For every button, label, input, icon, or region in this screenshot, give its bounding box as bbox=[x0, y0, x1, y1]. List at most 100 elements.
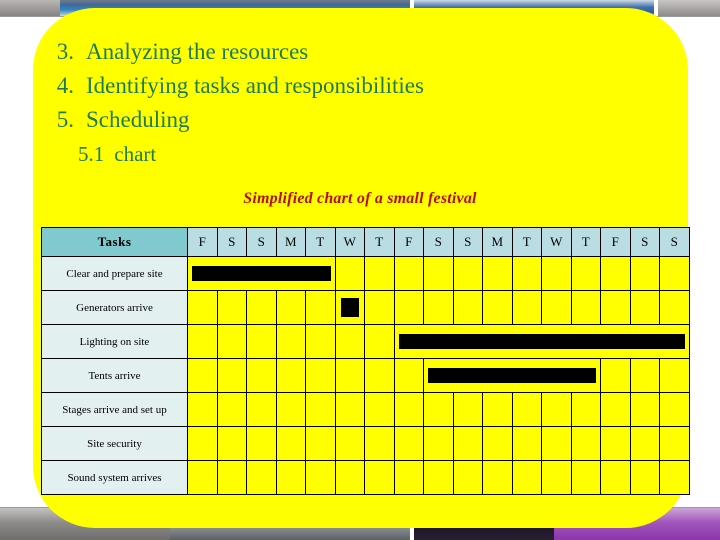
gantt-empty-cell bbox=[187, 358, 218, 393]
gantt-row: Stages arrive and set up bbox=[41, 392, 690, 427]
gantt-empty-cell bbox=[216, 392, 247, 427]
day-column-header: S bbox=[423, 227, 454, 257]
task-name-cell: Lighting on site bbox=[41, 324, 188, 359]
photo-segment bbox=[0, 0, 60, 16]
gantt-empty-cell bbox=[364, 358, 395, 393]
gantt-bar-cell bbox=[334, 290, 365, 325]
gantt-empty-cell bbox=[629, 392, 660, 427]
gantt-empty-cell bbox=[659, 358, 690, 393]
gantt-empty-cell bbox=[275, 460, 306, 495]
gantt-empty-cell bbox=[216, 290, 247, 325]
gantt-empty-cell bbox=[364, 324, 395, 359]
gantt-empty-cell bbox=[570, 426, 601, 461]
day-column-header: T bbox=[511, 227, 542, 257]
gantt-empty-cell bbox=[216, 324, 247, 359]
gantt-empty-cell bbox=[482, 256, 513, 291]
gantt-empty-cell bbox=[511, 460, 542, 495]
gantt-empty-cell bbox=[541, 426, 572, 461]
gantt-empty-cell bbox=[305, 460, 336, 495]
outline-list: 3. Analyzing the resources 4. Identifying t… bbox=[40, 35, 620, 171]
gantt-empty-cell bbox=[482, 460, 513, 495]
gantt-empty-cell bbox=[216, 460, 247, 495]
gantt-duration-bar bbox=[428, 368, 596, 383]
gantt-empty-cell bbox=[246, 358, 277, 393]
gantt-duration-bar bbox=[192, 266, 331, 281]
day-column-header: M bbox=[482, 227, 513, 257]
gantt-empty-cell bbox=[275, 426, 306, 461]
gantt-empty-cell bbox=[600, 256, 631, 291]
gantt-empty-cell bbox=[423, 392, 454, 427]
gantt-table: Tasks FSSMTWTFSSMTWTFSS Clear and prepar… bbox=[41, 227, 690, 495]
outline-item-number: 3. bbox=[56, 39, 74, 64]
gantt-empty-cell bbox=[423, 290, 454, 325]
day-column-header: S bbox=[452, 227, 483, 257]
task-name-cell: Stages arrive and set up bbox=[41, 392, 188, 427]
outline-item-number: 5. bbox=[56, 107, 74, 132]
gantt-empty-cell bbox=[305, 290, 336, 325]
gantt-row: Lighting on site bbox=[41, 324, 690, 359]
gantt-empty-cell bbox=[423, 426, 454, 461]
gantt-chart: Tasks FSSMTWTFSSMTWTFSS Clear and prepar… bbox=[41, 227, 690, 495]
gantt-empty-cell bbox=[246, 290, 277, 325]
gantt-empty-cell bbox=[334, 324, 365, 359]
outline-item-number: 4. bbox=[56, 73, 74, 98]
gantt-empty-cell bbox=[393, 290, 424, 325]
day-column-header: S bbox=[216, 227, 247, 257]
gantt-empty-cell bbox=[305, 392, 336, 427]
gantt-empty-cell bbox=[541, 256, 572, 291]
gantt-empty-cell bbox=[246, 460, 277, 495]
gantt-empty-cell bbox=[334, 392, 365, 427]
gantt-empty-cell bbox=[511, 392, 542, 427]
gantt-empty-cell bbox=[187, 392, 218, 427]
gantt-empty-cell bbox=[393, 392, 424, 427]
day-column-header: F bbox=[187, 227, 218, 257]
day-column-header: W bbox=[334, 227, 365, 257]
day-column-header: F bbox=[600, 227, 631, 257]
day-column-header: F bbox=[393, 227, 424, 257]
gantt-empty-cell bbox=[452, 460, 483, 495]
gantt-empty-cell bbox=[600, 460, 631, 495]
gantt-empty-cell bbox=[216, 426, 247, 461]
gantt-empty-cell bbox=[364, 392, 395, 427]
gantt-duration-bar bbox=[398, 334, 685, 349]
gantt-empty-cell bbox=[216, 358, 247, 393]
day-column-header: T bbox=[570, 227, 601, 257]
gantt-empty-cell bbox=[275, 392, 306, 427]
gantt-empty-cell bbox=[570, 460, 601, 495]
gantt-duration-bar bbox=[340, 298, 359, 317]
gantt-empty-cell bbox=[275, 358, 306, 393]
gantt-empty-cell bbox=[482, 426, 513, 461]
gantt-empty-cell bbox=[659, 256, 690, 291]
gantt-empty-cell bbox=[541, 392, 572, 427]
gantt-empty-cell bbox=[334, 358, 365, 393]
day-column-header: T bbox=[364, 227, 395, 257]
gantt-empty-cell bbox=[629, 256, 660, 291]
chart-caption: Simplified chart of a small festival bbox=[243, 190, 477, 207]
tasks-column-header: Tasks bbox=[41, 227, 188, 257]
gantt-empty-cell bbox=[364, 290, 395, 325]
gantt-empty-cell bbox=[246, 392, 277, 427]
gantt-empty-cell bbox=[393, 256, 424, 291]
outline-item: 3. Analyzing the resources bbox=[40, 35, 620, 69]
gantt-empty-cell bbox=[187, 460, 218, 495]
day-column-header: S bbox=[659, 227, 690, 257]
gantt-empty-cell bbox=[629, 358, 660, 393]
task-name-cell: Clear and prepare site bbox=[41, 256, 188, 291]
outline-item-label: Identifying tasks and responsibilities bbox=[86, 73, 424, 98]
gantt-empty-cell bbox=[482, 290, 513, 325]
day-column-header: W bbox=[541, 227, 572, 257]
gantt-bar-cell bbox=[423, 358, 601, 393]
gantt-empty-cell bbox=[452, 392, 483, 427]
gantt-empty-cell bbox=[511, 290, 542, 325]
gantt-bar-cell bbox=[393, 324, 690, 359]
gantt-empty-cell bbox=[659, 290, 690, 325]
gantt-row: Sound system arrives bbox=[41, 460, 690, 495]
gantt-empty-cell bbox=[187, 426, 218, 461]
gantt-empty-cell bbox=[511, 256, 542, 291]
gantt-empty-cell bbox=[393, 426, 424, 461]
gantt-empty-cell bbox=[511, 426, 542, 461]
gantt-empty-cell bbox=[246, 426, 277, 461]
gantt-row: Tents arrive bbox=[41, 358, 690, 393]
slide-canvas: 3. Analyzing the resources 4. Identifying t… bbox=[0, 0, 720, 540]
gantt-empty-cell bbox=[659, 460, 690, 495]
